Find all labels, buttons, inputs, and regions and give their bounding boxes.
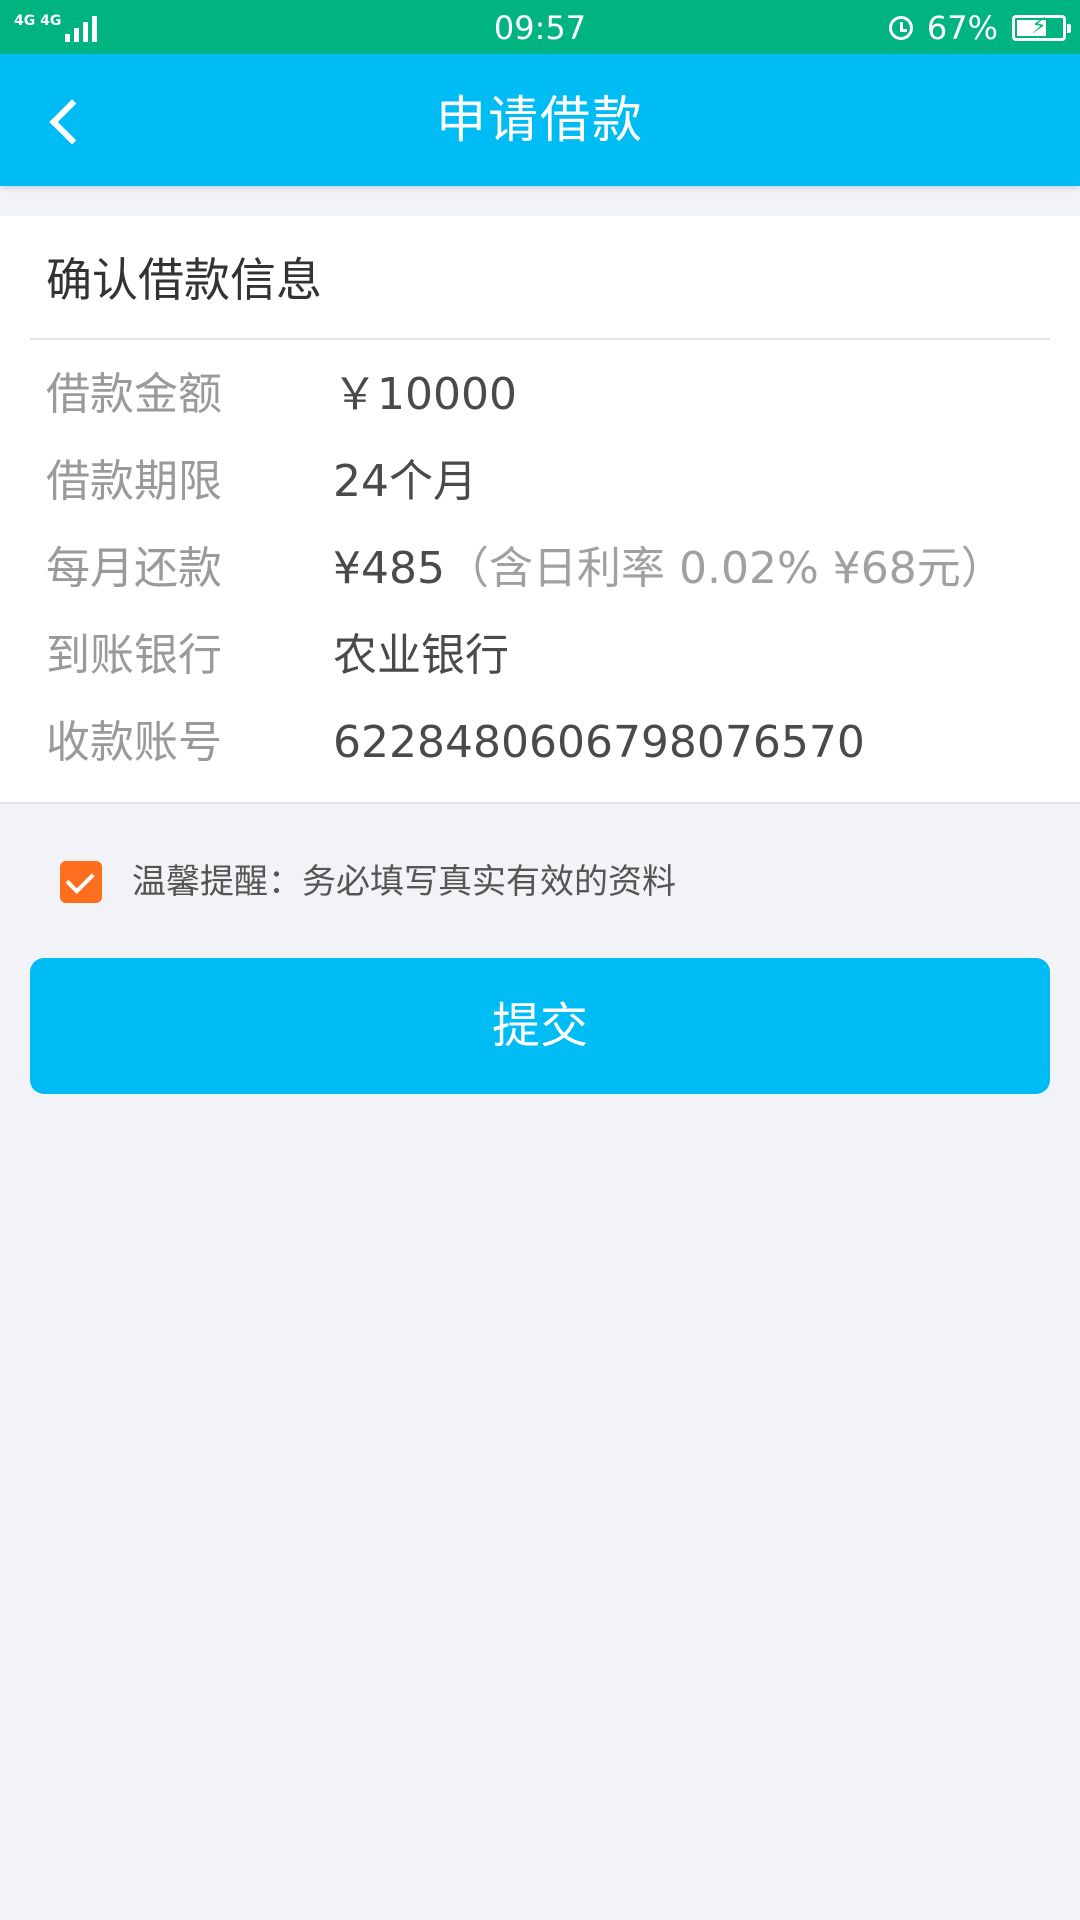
info-row-term: 借款期限 24个月 bbox=[0, 447, 1080, 517]
status-bar: 4G 4G 09:57 67% ⚡ bbox=[0, 0, 1080, 54]
reminder: 温馨提醒：务必填写真实有效的资料 bbox=[60, 860, 676, 904]
loan-info-card: 确认借款信息 借款金额 ￥10000 借款期限 24个月 每月还款 ¥485（含… bbox=[0, 216, 1080, 804]
row-value: 24个月 bbox=[333, 456, 477, 507]
alarm-icon bbox=[888, 16, 913, 40]
info-row-account: 收款账号 6228480606798076570 bbox=[0, 708, 1080, 778]
row-label: 借款期限 bbox=[46, 456, 222, 507]
interest-note: （含日利率 0.02% ¥68元） bbox=[444, 543, 1005, 594]
info-row-bank: 到账银行 农业银行 bbox=[0, 621, 1080, 691]
battery-percent: 67% bbox=[926, 9, 998, 47]
row-value: ¥485（含日利率 0.02% ¥68元） bbox=[333, 543, 1005, 594]
reminder-text: 温馨提醒：务必填写真实有效的资料 bbox=[132, 862, 676, 902]
row-label: 到账银行 bbox=[46, 630, 222, 681]
submit-button[interactable]: 提交 bbox=[30, 958, 1050, 1094]
divider bbox=[30, 338, 1050, 340]
info-row-amount: 借款金额 ￥10000 bbox=[0, 360, 1080, 430]
page-title: 申请借款 bbox=[436, 91, 644, 149]
row-label: 每月还款 bbox=[46, 543, 222, 594]
agree-checkbox[interactable] bbox=[60, 861, 102, 903]
row-value: ￥10000 bbox=[333, 369, 517, 420]
card-title: 确认借款信息 bbox=[46, 253, 322, 307]
nav-bar: 申请借款 bbox=[0, 54, 1080, 186]
row-value: 农业银行 bbox=[333, 630, 509, 681]
row-label: 借款金额 bbox=[46, 369, 222, 420]
row-value: 6228480606798076570 bbox=[333, 717, 865, 768]
info-row-monthly-payment: 每月还款 ¥485（含日利率 0.02% ¥68元） bbox=[0, 534, 1080, 604]
battery-charging-icon: ⚡ bbox=[1012, 14, 1071, 41]
row-label: 收款账号 bbox=[46, 717, 222, 768]
